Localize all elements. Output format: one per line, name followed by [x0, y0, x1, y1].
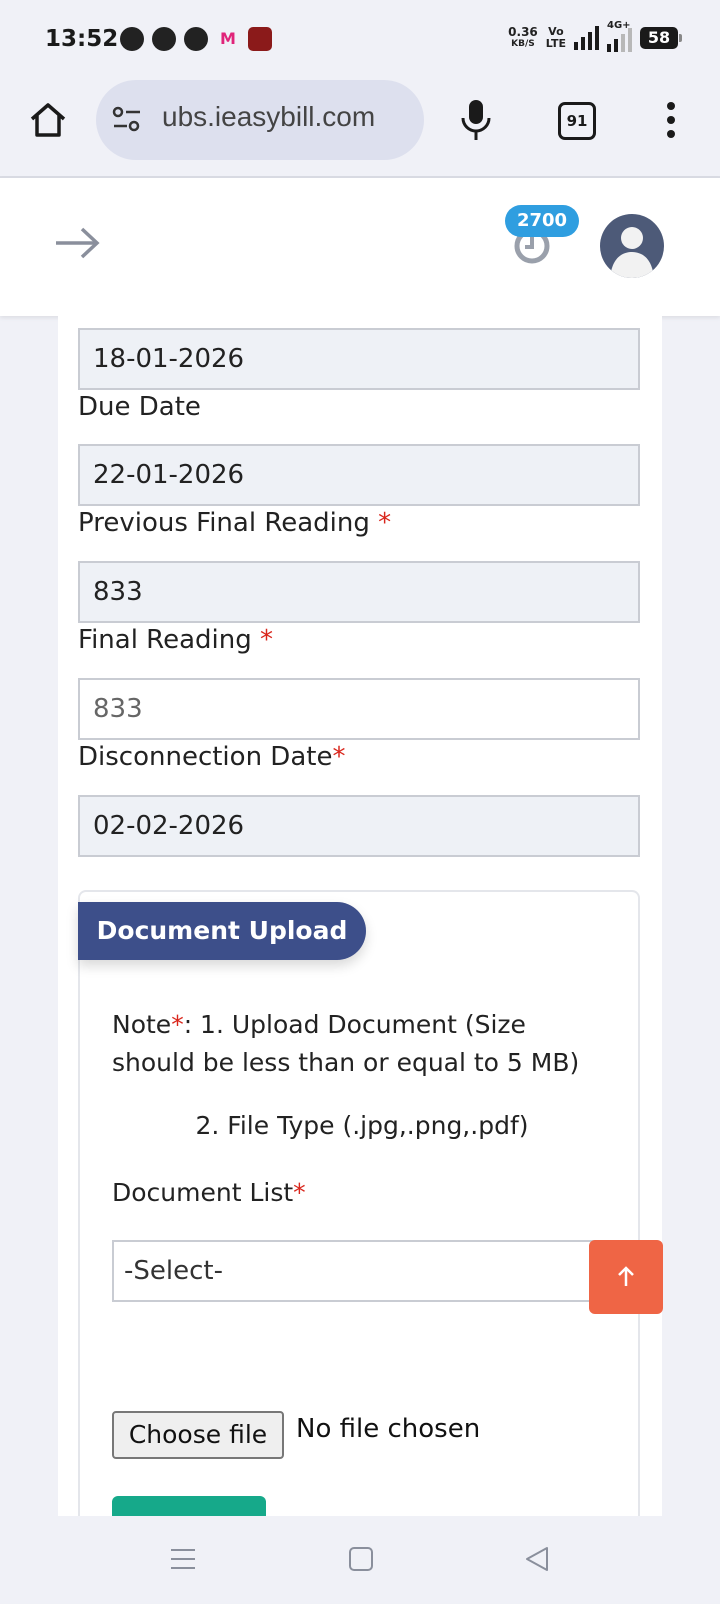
- app-badge-icon: [248, 27, 272, 51]
- back-icon[interactable]: [522, 1544, 552, 1574]
- final-reading-input[interactable]: 833: [78, 678, 640, 740]
- upload-note: Note*: 1. Upload Document (Size should b…: [112, 1006, 612, 1082]
- avatar[interactable]: [600, 214, 664, 278]
- note-prefix: Note: [112, 1010, 172, 1039]
- user-silhouette-icon: [610, 227, 654, 278]
- document-list-select[interactable]: -Select-: [112, 1240, 602, 1302]
- required-mark: *: [378, 508, 392, 538]
- browser-toolbar: ubs.ieasybill.com 91: [0, 80, 720, 178]
- sidebar-toggle-arrow-icon[interactable]: [52, 223, 102, 263]
- arrow-up-icon: [618, 1266, 634, 1286]
- system-nav-bar: [0, 1516, 720, 1604]
- net-speed: 0.36 KB/S: [508, 26, 538, 50]
- count-badge[interactable]: 2700: [505, 205, 579, 237]
- document-list-label: Document List*: [112, 1178, 306, 1207]
- chrome-notification-icon: [184, 27, 208, 51]
- upload-submit-button[interactable]: [112, 1496, 266, 1516]
- required-mark: *: [332, 742, 346, 772]
- volte-bottom: LTE: [545, 37, 566, 50]
- required-mark: *: [293, 1178, 306, 1207]
- app-notification-icon: [152, 27, 176, 51]
- previous-final-reading-label: Previous Final Reading *: [78, 508, 391, 538]
- due-date-label: Due Date: [78, 392, 201, 422]
- disconnection-date-field[interactable]: 02-02-2026: [78, 795, 640, 857]
- home-nav-icon[interactable]: [346, 1544, 376, 1574]
- previous-final-reading-label-text: Previous Final Reading: [78, 508, 370, 538]
- document-list-label-text: Document List: [112, 1178, 294, 1207]
- address-bar[interactable]: ubs.ieasybill.com: [96, 80, 424, 160]
- status-bar: 13:52 M 0.36 KB/S Vo LTE 4G+ 58: [0, 0, 720, 80]
- required-mark: *: [171, 1010, 184, 1039]
- due-date-field[interactable]: 22-01-2026: [78, 444, 640, 506]
- net-speed-value: 0.36: [508, 25, 538, 39]
- tab-switcher-button[interactable]: 91: [558, 102, 596, 140]
- battery-icon: 58: [640, 27, 682, 49]
- status-time: 13:52: [45, 26, 119, 52]
- final-reading-label: Final Reading *: [78, 625, 273, 655]
- notification-icons: M: [120, 27, 272, 51]
- volte-indicator: Vo LTE: [546, 26, 566, 50]
- home-icon[interactable]: [28, 100, 68, 140]
- file-status-text: No file chosen: [296, 1414, 481, 1444]
- document-upload-tab: Document Upload: [78, 902, 366, 960]
- disconnection-date-label-text: Disconnection Date: [78, 742, 333, 772]
- site-settings-icon[interactable]: [112, 104, 142, 134]
- disconnection-date-label: Disconnection Date*: [78, 742, 345, 772]
- final-reading-label-text: Final Reading: [78, 625, 252, 655]
- bill-date-field[interactable]: 18-01-2026: [78, 328, 640, 390]
- scroll-to-top-button[interactable]: [589, 1240, 663, 1314]
- signal-icon: [574, 26, 599, 50]
- url-text: ubs.ieasybill.com: [162, 101, 376, 132]
- signal-4g-icon: 4G+: [607, 20, 632, 52]
- upload-note-file-type: 2. File Type (.jpg,.png,.pdf): [195, 1111, 529, 1140]
- system-indicators: 0.36 KB/S Vo LTE 4G+ 58: [508, 20, 682, 52]
- recent-apps-icon[interactable]: [168, 1544, 198, 1574]
- required-mark: *: [260, 625, 273, 655]
- whatsapp-icon: [120, 27, 144, 51]
- previous-final-reading-field[interactable]: 833: [78, 561, 640, 623]
- choose-file-button[interactable]: Choose file: [112, 1411, 284, 1459]
- net-speed-unit: KB/S: [511, 39, 535, 49]
- network-type: 4G+: [607, 20, 631, 31]
- more-options-icon[interactable]: [664, 100, 678, 140]
- form-card: 18-01-2026 Due Date 22-01-2026 Previous …: [58, 316, 662, 1516]
- microphone-icon[interactable]: [458, 98, 494, 142]
- myntra-icon: M: [220, 29, 236, 48]
